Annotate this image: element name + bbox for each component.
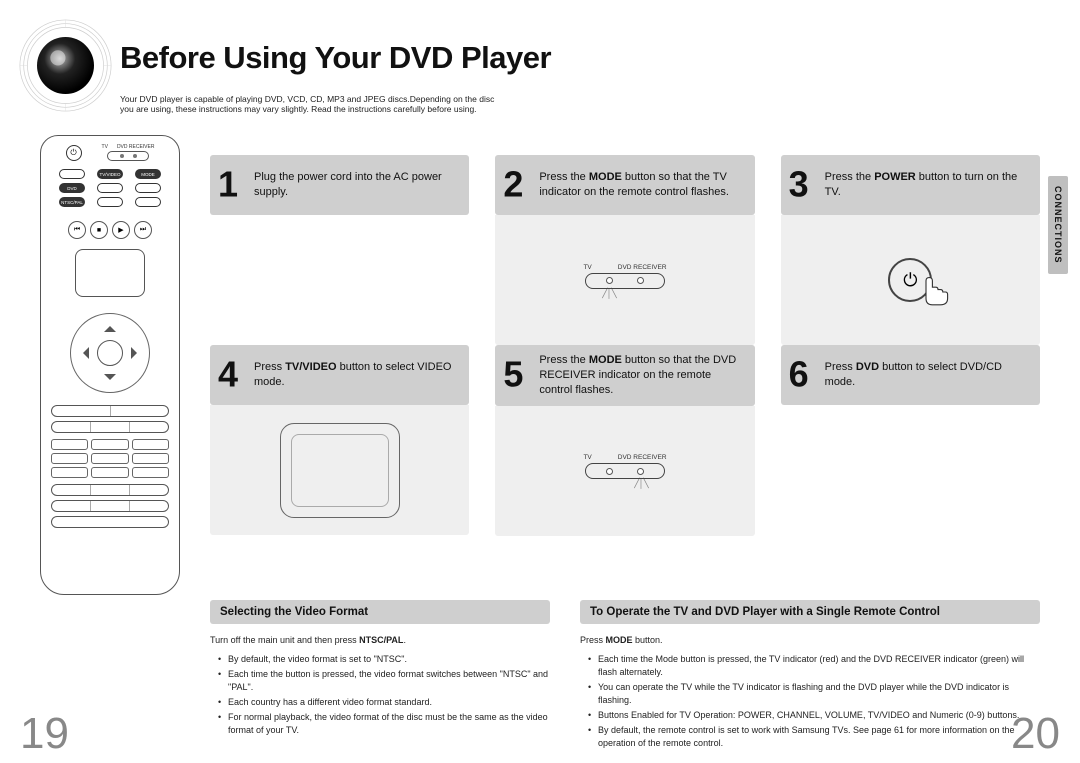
power-icon: ⏻ [66,145,82,161]
remote-control-diagram: ⏻ TV DVD RECEIVER TV/VIDEO MODE DVD [40,135,180,595]
step-2: 2 Press the MODE button so that the TV i… [495,155,754,345]
page-title: Before Using Your DVD Player [120,40,551,76]
bullet-list: By default, the video format is set to "… [210,653,550,737]
tv-screen-icon [280,423,400,518]
pointing-hand-icon [918,266,958,310]
section-video-format: Selecting the Video Format Turn off the … [210,600,550,752]
section-single-remote: To Operate the TV and DVD Player with a … [580,600,1040,752]
step-5: 5 Press the MODE button so that the DVD … [495,345,754,536]
steps-grid: 1 Plug the power cord into the AC power … [210,155,1040,536]
speaker-ornament-icon [18,18,113,113]
mode-indicator-diagram: TVDVD RECEIVER ╱│╲ [583,264,666,296]
page-number-right: 20 [1011,709,1060,759]
mode-indicator-diagram: TVDVD RECEIVER ╱│╲ [583,454,666,486]
step-1: 1 Plug the power cord into the AC power … [210,155,469,345]
intro-text: Your DVD player is capable of playing DV… [120,94,620,114]
step-6: 6 Press DVD button to select DVD/CD mode… [781,345,1040,536]
power-press-diagram: ⏻ [888,258,932,302]
section-tab-connections: CONNECTIONS [1048,176,1068,274]
bullet-list: Each time the Mode button is pressed, th… [580,653,1040,750]
step-3: 3 Press the POWER button to turn on the … [781,155,1040,345]
step-4: 4 Press TV/VIDEO button to select VIDEO … [210,345,469,536]
page-number-left: 19 [20,709,69,759]
